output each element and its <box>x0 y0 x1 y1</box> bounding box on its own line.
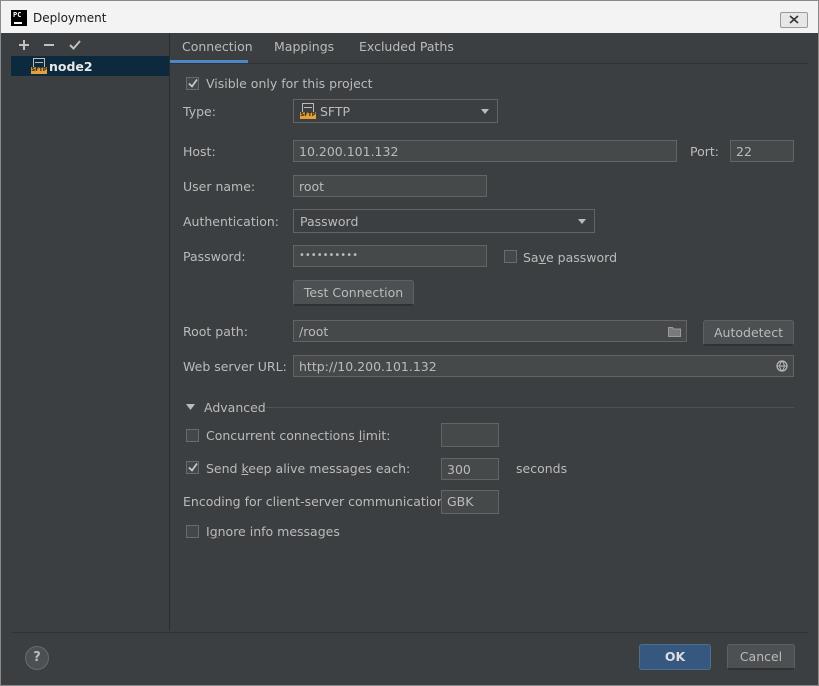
password-input[interactable]: •••••••••• <box>293 245 487 267</box>
advanced-divider <box>266 407 794 408</box>
ignore-info-label: Ignore info messages <box>206 524 340 539</box>
save-password-label: Save password <box>523 250 617 265</box>
keep-alive-checkbox[interactable] <box>186 461 199 474</box>
close-icon <box>789 15 799 24</box>
check-icon[interactable] <box>68 38 82 52</box>
window-title: Deployment <box>33 11 107 25</box>
root-path-input[interactable]: /root <box>293 320 687 342</box>
keep-alive-label-part: Send <box>206 461 242 476</box>
checkmark-icon <box>188 463 198 472</box>
port-label: Port: <box>690 144 719 159</box>
username-input[interactable]: root <box>293 175 487 197</box>
host-label: Host: <box>183 144 216 159</box>
add-icon[interactable] <box>17 38 31 52</box>
port-input[interactable]: 22 <box>730 140 794 162</box>
sftp-icon-tag: SFTP <box>300 112 316 119</box>
type-label: Type: <box>183 104 216 119</box>
collapse-triangle-icon[interactable] <box>186 404 195 410</box>
pycharm-app-icon: PC <box>11 10 27 26</box>
type-value: SFTP <box>320 104 351 119</box>
authentication-label: Authentication: <box>183 214 279 229</box>
root-path-label: Root path: <box>183 324 248 339</box>
save-password-label-part: e password <box>546 250 618 265</box>
encoding-input[interactable]: GBK <box>441 490 499 514</box>
web-server-url-input[interactable]: http://10.200.101.132 <box>293 355 794 377</box>
keep-alive-input[interactable]: 300 <box>441 458 499 480</box>
tab-bar: Connection Mappings Excluded Paths <box>170 33 809 64</box>
checkmark-icon <box>188 79 198 88</box>
close-button[interactable] <box>780 12 808 28</box>
server-item-label: node2 <box>49 59 93 74</box>
chevron-down-icon <box>481 109 489 114</box>
keep-alive-label-part: eep alive messages each: <box>248 461 411 476</box>
app-icon-text: PC <box>13 11 22 19</box>
sftp-icon: SFTP <box>300 103 316 119</box>
sftp-icon: SFTP <box>31 58 47 74</box>
concurrent-label-part: imit: <box>362 428 391 443</box>
save-password-label-part: Sa <box>523 250 539 265</box>
root-path-value: /root <box>299 324 329 339</box>
keep-alive-unit: seconds <box>516 461 568 476</box>
web-server-url-value: http://10.200.101.132 <box>299 359 437 374</box>
title-bar: PC Deployment <box>1 1 818 33</box>
chevron-down-icon <box>578 219 586 224</box>
username-label: User name: <box>183 179 256 194</box>
remove-icon[interactable] <box>42 38 56 52</box>
concurrent-limit-label: Concurrent connections limit: <box>206 428 390 443</box>
ignore-info-mnemonic: g <box>209 524 218 539</box>
server-list-panel: SFTP node2 <box>11 33 170 631</box>
web-server-url-label: Web server URL: <box>183 359 287 374</box>
autodetect-button[interactable]: Autodetect <box>703 320 794 346</box>
server-item-node2[interactable]: SFTP node2 <box>11 56 169 76</box>
advanced-section-title[interactable]: Advanced <box>204 400 266 415</box>
type-dropdown[interactable]: SFTP SFTP <box>293 99 498 123</box>
globe-icon[interactable] <box>776 360 788 372</box>
folder-icon[interactable] <box>668 326 681 337</box>
concurrent-limit-input[interactable] <box>441 423 499 447</box>
tab-excluded-paths[interactable]: Excluded Paths <box>359 39 454 63</box>
visible-only-label: Visible only for this project <box>206 76 373 91</box>
concurrent-label-part: Concurrent connections <box>206 428 359 443</box>
settings-panel: Connection Mappings Excluded Paths Visib… <box>170 33 809 631</box>
authentication-value: Password <box>300 214 359 229</box>
save-password-mnemonic: v <box>538 250 547 265</box>
ignore-info-label-part: nore info messages <box>217 524 340 539</box>
test-connection-button[interactable]: Test Connection <box>293 280 414 306</box>
sftp-icon-tag: SFTP <box>31 67 47 74</box>
keep-alive-label: Send keep alive messages each: <box>206 461 410 476</box>
visible-only-checkbox[interactable] <box>186 77 199 90</box>
tab-connection[interactable]: Connection <box>170 39 253 63</box>
ignore-info-checkbox[interactable] <box>186 525 199 538</box>
authentication-dropdown[interactable]: Password <box>293 209 595 233</box>
encoding-label: Encoding for client-server communication… <box>183 494 450 509</box>
dialog-footer: ? OK Cancel <box>11 632 809 685</box>
deployment-dialog: PC Deployment SFTP node2 Connection Mapp… <box>0 0 819 686</box>
ok-button[interactable]: OK <box>639 644 711 670</box>
password-label: Password: <box>183 249 246 264</box>
help-button[interactable]: ? <box>25 646 49 670</box>
concurrent-limit-checkbox[interactable] <box>186 429 199 442</box>
cancel-button[interactable]: Cancel <box>727 644 795 670</box>
save-password-checkbox[interactable] <box>504 250 517 263</box>
host-input[interactable]: 10.200.101.132 <box>293 140 677 162</box>
tab-mappings[interactable]: Mappings <box>274 39 334 63</box>
